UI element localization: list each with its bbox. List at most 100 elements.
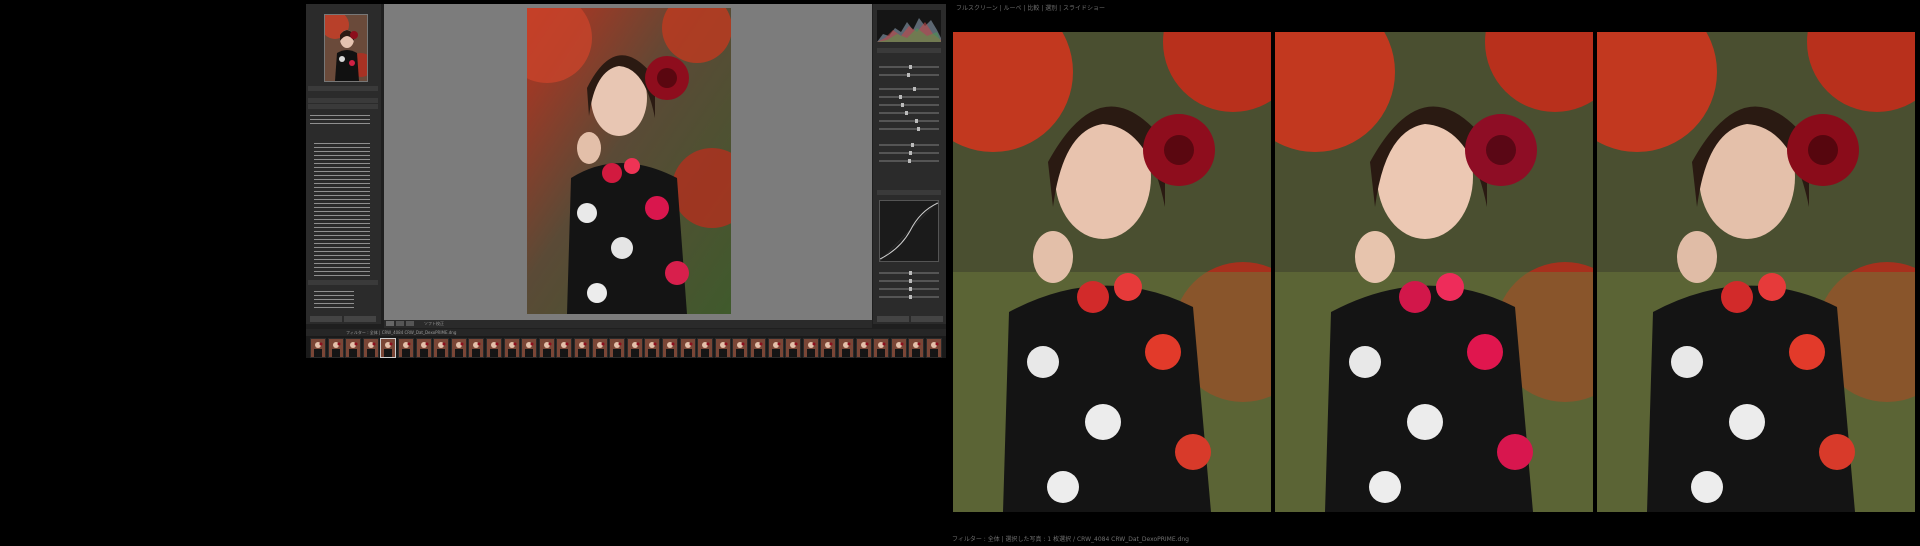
view-mode-compare-button[interactable]	[396, 321, 404, 326]
filmstrip-thumbnail[interactable]	[750, 338, 766, 358]
filmstrip-thumbnail[interactable]	[820, 338, 837, 358]
compare-photo-3[interactable]	[1597, 32, 1915, 512]
filmstrip-thumbnail[interactable]	[679, 338, 696, 358]
filmstrip-thumbnail[interactable]	[503, 338, 520, 358]
copy-button[interactable]	[310, 316, 342, 322]
slider-tint[interactable]	[879, 73, 939, 77]
filmstrip-thumbnail[interactable]	[450, 338, 467, 358]
compare-photo-3-image	[1597, 32, 1915, 512]
panel-header-tone-curve[interactable]	[877, 190, 941, 195]
slider-shadows[interactable]	[879, 295, 939, 299]
filmstrip-thumbnail[interactable]	[767, 338, 784, 358]
filmstrip-thumbnail[interactable]	[591, 338, 608, 358]
panel-header-history[interactable]	[308, 104, 378, 109]
filmstrip-thumbnail-image	[346, 339, 361, 357]
filmstrip-thumbnail[interactable]	[398, 338, 414, 358]
filmstrip-thumbnail[interactable]	[380, 338, 397, 358]
compare-footer: フィルター : 全体 | 選択した写真 : 1 枚選択 / CRW_4084 C…	[952, 536, 1189, 543]
compare-photo-2[interactable]	[1275, 32, 1593, 512]
filmstrip-thumbnail[interactable]	[521, 338, 538, 358]
slider-saturation[interactable]	[879, 159, 939, 163]
compare-status: フルスクリーン | ルーペ | 比較 | 選別 | スライドショー	[956, 5, 1106, 12]
filmstrip-thumbnail[interactable]	[838, 338, 854, 358]
panel-header-snapshots[interactable]	[308, 98, 378, 103]
filmstrip-thumbnail[interactable]	[662, 338, 678, 358]
view-mode-survey-button[interactable]	[406, 321, 414, 326]
slider-highlights[interactable]	[879, 271, 939, 275]
filmstrip-thumbnail-image	[416, 339, 431, 357]
tool-strip[interactable]	[877, 48, 941, 53]
compare-photo-1-image	[953, 32, 1271, 512]
filmstrip-thumbnail[interactable]	[433, 338, 450, 358]
filmstrip-thumbnail[interactable]	[327, 338, 344, 358]
filmstrip-thumbnail[interactable]	[626, 338, 643, 358]
filmstrip-thumbnail-image	[927, 339, 941, 357]
panel-header-presets[interactable]	[308, 86, 378, 91]
slider-exposure[interactable]	[879, 87, 939, 91]
histogram	[877, 10, 941, 42]
compare-photo-1[interactable]	[953, 32, 1271, 512]
view-mode-loupe-button[interactable]	[386, 321, 394, 326]
filmstrip-thumbnail[interactable]	[926, 338, 942, 358]
navigator-thumbnail[interactable]	[324, 14, 368, 82]
filmstrip-thumbnail[interactable]	[345, 338, 362, 358]
slider-recovery[interactable]	[879, 95, 939, 99]
slider-contrast[interactable]	[879, 127, 939, 131]
filmstrip-thumbnail-image	[909, 339, 924, 357]
filmstrip[interactable]	[306, 336, 946, 358]
slider-fill-light[interactable]	[879, 103, 939, 107]
filmstrip-thumbnail-image	[680, 339, 695, 357]
filmstrip-thumbnail-image	[610, 339, 625, 357]
filmstrip-thumbnail[interactable]	[574, 338, 590, 358]
filmstrip-thumbnail-image	[839, 339, 853, 357]
collections-list[interactable]	[314, 288, 354, 310]
filmstrip-thumbnail[interactable]	[908, 338, 925, 358]
slider-temp[interactable]	[879, 65, 939, 69]
filmstrip-thumbnail[interactable]	[609, 338, 626, 358]
filmstrip-thumbnail[interactable]	[310, 338, 326, 358]
filmstrip-thumbnail-image	[715, 339, 730, 357]
filmstrip-thumbnail[interactable]	[486, 338, 502, 358]
slider-vibrance[interactable]	[879, 151, 939, 155]
filmstrip-thumbnail-image	[645, 339, 660, 357]
filmstrip-thumbnail[interactable]	[873, 338, 890, 358]
paste-button[interactable]	[344, 316, 376, 322]
filmstrip-thumbnail-image	[768, 339, 783, 357]
filmstrip-thumbnail[interactable]	[362, 338, 379, 358]
filmstrip-thumbnail-image	[381, 339, 396, 357]
slider-clarity[interactable]	[879, 143, 939, 147]
filmstrip-thumbnail[interactable]	[415, 338, 432, 358]
slider-lights[interactable]	[879, 279, 939, 283]
right-panel	[873, 4, 946, 324]
filmstrip-thumbnail[interactable]	[538, 338, 555, 358]
slider-darks[interactable]	[879, 287, 939, 291]
filmstrip-thumbnail[interactable]	[644, 338, 661, 358]
filmstrip-thumbnail-image	[751, 339, 765, 357]
history-list[interactable]	[314, 140, 370, 278]
filmstrip-thumbnail-image	[399, 339, 413, 357]
main-photo[interactable]	[527, 8, 731, 314]
filmstrip-thumbnail-image	[504, 339, 519, 357]
filmstrip-thumbnail-image	[874, 339, 889, 357]
reset-button[interactable]	[911, 316, 943, 322]
filmstrip-thumbnail[interactable]	[556, 338, 573, 358]
loupe-view[interactable]	[384, 4, 872, 320]
tone-curve[interactable]	[879, 200, 939, 262]
filmstrip-thumbnail[interactable]	[697, 338, 714, 358]
panel-header-collections[interactable]	[308, 280, 378, 285]
slider-blacks[interactable]	[879, 111, 939, 115]
preset-list[interactable]	[310, 112, 370, 126]
filmstrip-thumbnail[interactable]	[890, 338, 907, 358]
filmstrip-thumbnail-image	[557, 339, 572, 357]
filmstrip-thumbnail[interactable]	[855, 338, 872, 358]
filmstrip-thumbnail[interactable]	[785, 338, 802, 358]
previous-button[interactable]	[877, 316, 909, 322]
filmstrip-thumbnail-image	[786, 339, 801, 357]
filmstrip-thumbnail-image	[451, 339, 466, 357]
filmstrip-thumbnail[interactable]	[802, 338, 819, 358]
filmstrip-thumbnail[interactable]	[468, 338, 485, 358]
filmstrip-thumbnail[interactable]	[714, 338, 731, 358]
filmstrip-thumbnail[interactable]	[732, 338, 749, 358]
slider-brightness[interactable]	[879, 119, 939, 123]
filmstrip-bar: フィルター : 全体 | CRW_4084 CRW_Dat_DexoPRIME.…	[306, 329, 946, 336]
